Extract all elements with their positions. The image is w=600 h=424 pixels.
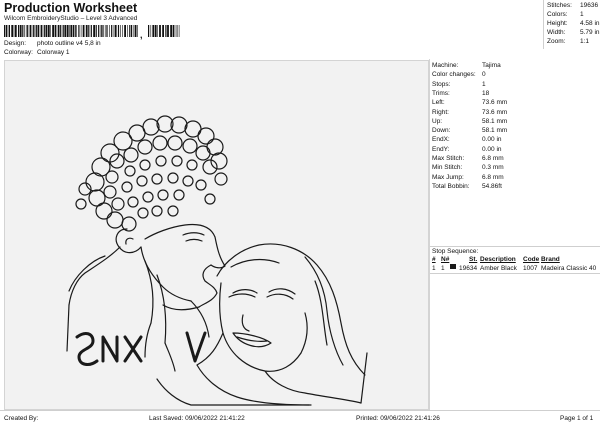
height-label: Height: [547,20,568,27]
row-description: Amber Black [480,265,517,272]
colorway-label: Colorway: [4,49,33,56]
row-code: 1007 [523,265,538,272]
thread-color-swatch [450,264,456,269]
stitches-label: Stitches: [547,2,572,9]
zoom-value: 1:1 [580,38,590,45]
design-label: Design: [4,40,27,47]
stat-value: 58.1 mm [482,127,508,135]
stat-label: Up: [432,117,443,125]
height-row: Height: 4.58 in [547,20,600,28]
stat-label: Min Stitch: [432,164,463,172]
width-row: Width: 5.79 in [547,29,600,37]
printed-date: Printed: 09/06/2022 21:41:26 [356,415,440,422]
colorway-value: Colorway 1 [37,49,70,56]
stat-row: Trims: 18 [432,89,600,98]
stat-value: 73.6 mm [482,99,508,107]
software-subtitle: Wilcom EmbroideryStudio – Level 3 Advanc… [4,15,138,22]
stat-row: Up: 58.1 mm [432,117,600,126]
row-num: 1 [432,265,436,272]
stat-row: Left: 73.6 mm [432,98,600,107]
stat-label: Right: [432,108,449,116]
stat-value: 6.8 mm [482,173,504,181]
stat-row: Color changes: 0 [432,70,600,79]
stat-value: 58.1 mm [482,117,508,125]
stat-row: Min Stitch: 0.3 mm [432,163,600,172]
page-number: Page 1 of 1 [560,415,594,422]
stat-value: 0 [482,71,486,79]
stat-value: 6.8 mm [482,155,504,162]
barcode-suffix: , [140,30,143,40]
col-n: N# [441,256,450,263]
stat-row: EndX: 0.00 in [432,135,600,144]
footer: Created By: Last Saved: 09/06/2022 21:41… [0,410,600,424]
stitches-row: Stitches: 19636 [547,2,598,10]
stat-label: Stops: [432,80,451,88]
row-st: 19634 [459,265,478,272]
colors-row: Colors: 1 [547,11,584,19]
embroidery-outline-drawing [66,115,368,406]
width-label: Width: [547,29,566,36]
col-brand: Brand [541,256,560,263]
col-num: # [432,256,436,263]
col-description: Description [480,256,516,263]
stat-label: Down: [432,127,451,135]
design-preview[interactable] [4,60,429,410]
col-st: St. [469,256,478,263]
stat-row: Stops: 1 [432,80,600,89]
colors-label: Colors: [547,11,568,18]
stat-value: 73.6 mm [482,108,508,116]
stat-label: Color changes: [432,71,476,79]
page-title: Production Worksheet [4,1,138,15]
stat-row: EndY: 0.00 in [432,145,600,154]
sequence-divider [430,273,600,274]
stat-label: Max Stitch: [432,155,465,162]
created-by: Created By: [4,415,39,422]
design-value: photo outline v4 5,8 in [37,40,101,47]
stat-label: Trims: [432,89,450,97]
stat-label: EndX: [432,136,450,144]
summary-box: Stitches: 19636 Colors: 1 Height: 4.58 i… [543,0,600,49]
zoom-label: Zoom: [547,38,566,45]
stat-row: Right: 73.6 mm [432,108,600,117]
stat-label: Machine: [432,62,459,69]
stat-label: Total Bobbin: [432,182,470,190]
stat-value: 0.00 in [482,136,502,144]
stat-value: 0.3 mm [482,164,504,172]
curly-hair [75,115,228,232]
stats-panel: Machine: Tajima Color changes: 0 Stops: 1 Trim… [429,59,600,410]
width-value: 5.79 in [580,29,600,36]
zoom-row: Zoom: 1:1 [547,38,589,46]
stat-value: 0.00 in [482,145,502,153]
height-value: 4.58 in [580,20,600,27]
stat-row: Max Stitch: 6.8 mm [432,154,600,163]
stat-value: Tajima [482,62,501,69]
stat-label: Max Jump: [432,173,464,181]
stat-label: EndY: [432,145,450,153]
stat-value: 54.86ft [482,182,502,190]
stat-label: Left: [432,99,445,107]
colors-value: 1 [580,11,584,18]
barcode [4,25,180,37]
stop-sequence-label: Stop Sequence: [432,248,479,255]
row-brand: Madeira Classic 40 [541,265,597,272]
stat-value: 18 [482,89,490,97]
stat-row: Machine: Tajima [432,61,600,70]
stat-row: Max Jump: 6.8 mm [432,173,600,182]
last-saved: Last Saved: 09/06/2022 21:41:22 [149,415,245,422]
stat-row: Down: 58.1 mm [432,126,600,135]
stat-value: 1 [482,80,486,88]
row-n: 1 [441,265,445,272]
stat-row: Total Bobbin: 54.86ft [432,182,600,191]
col-code: Code [523,256,540,263]
stitches-value: 19636 [580,2,599,9]
